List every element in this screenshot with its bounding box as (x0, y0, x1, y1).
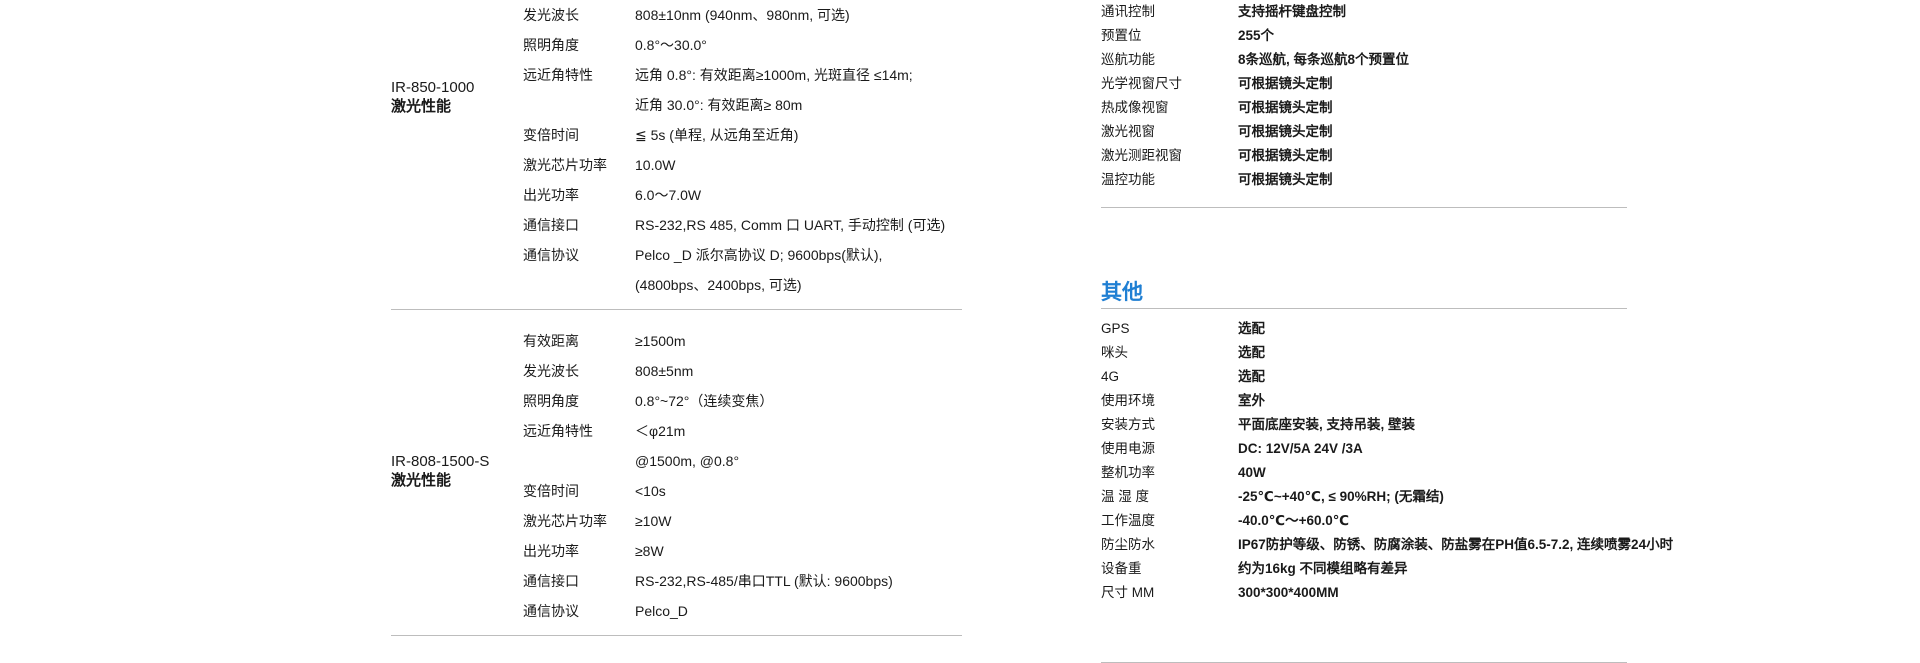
spec-label: 咪头 (1101, 345, 1128, 360)
spec-value: -25℃~+40℃, ≤ 90%RH; (无霜结) (1238, 489, 1444, 504)
spec-label: 通信接口 (523, 217, 579, 233)
spec-label: 发光波长 (523, 363, 579, 379)
spec-label: 变倍时间 (523, 483, 579, 499)
spec-value: 808±10nm (940nm、980nm, 可选) (635, 7, 850, 23)
spec-label: 照明角度 (523, 393, 579, 409)
model-title: IR-850-1000 激光性能 (391, 78, 474, 116)
spec-value: 选配 (1238, 369, 1265, 384)
left-spec-panel: IR-850-1000 激光性能 发光波长 808±10nm (940nm、980… (391, 0, 962, 636)
spec-label: 有效距离 (523, 333, 579, 349)
spec-value: 室外 (1238, 393, 1265, 408)
spec-value: 0.8°～30.0° (635, 37, 707, 53)
spec-value: 近角 30.0°: 有效距离≥ 80m (635, 97, 803, 113)
spec-label: 整机功率 (1101, 465, 1155, 480)
spec-value: 可根据镜头定制 (1238, 124, 1333, 139)
spec-value: Pelco_D (635, 603, 688, 619)
spec-value: 6.0～7.0W (635, 187, 702, 203)
spec-label: 安装方式 (1101, 417, 1155, 432)
spec-value: (4800bps、2400bps, 可选) (635, 277, 802, 293)
spec-label: 照明角度 (523, 37, 579, 53)
spec-label: 通信接口 (523, 573, 579, 589)
spec-label: 发光波长 (523, 7, 579, 23)
spec-value: RS-232,RS 485, Comm 口 UART, 手动控制 (可选) (635, 217, 946, 233)
spec-value: 可根据镜头定制 (1238, 100, 1333, 115)
spec-label: GPS (1101, 321, 1130, 336)
spec-label: 通讯控制 (1101, 4, 1155, 19)
other-spec-list: GPS 选配 咪头 选配 4G 选配 使用环境 室外 安装方式 平面底座安装, 支持吊装,… (1101, 309, 1673, 663)
spec-label: 出光功率 (523, 543, 579, 559)
spec-label: 4G (1101, 369, 1120, 384)
spec-label: 远近角特性 (523, 67, 593, 83)
spec-value: 可根据镜头定制 (1238, 76, 1333, 91)
spec-section-ir-850-1000: IR-850-1000 激光性能 发光波长 808±10nm (940nm、980… (391, 0, 962, 310)
spec-value: RS-232,RS-485/串口TTL (默认: 9600bps) (635, 573, 893, 589)
spec-value: 可根据镜头定制 (1238, 148, 1333, 163)
spec-value: 40W (1238, 465, 1266, 480)
spec-value: 300*300*400MM (1238, 585, 1339, 600)
spec-value: 8条巡航, 每条巡航8个预置位 (1238, 52, 1410, 67)
spec-label: 防尘防水 (1101, 537, 1155, 552)
spec-value: ≥8W (635, 543, 664, 559)
spec-label: 出光功率 (523, 187, 579, 203)
spec-label: 变倍时间 (523, 127, 579, 143)
spec-label: 尺寸 MM (1101, 585, 1155, 600)
spec-label: 激光测距视窗 (1101, 148, 1182, 163)
model-category: 激光性能 (391, 472, 452, 489)
spec-label: 热成像视窗 (1101, 100, 1169, 115)
spec-section-ir-808-1500-s: IR-808-1500-S 激光性能 有效距离 ≥1500m 发光波长 808±5n… (391, 310, 962, 636)
spec-value: IP67防护等级、防锈、防腐涂装、防盐雾在PH值6.5-7.2, 连续喷雾24小… (1238, 537, 1674, 552)
spec-label: 使用环境 (1101, 393, 1155, 408)
other-spec-section: 其他 GPS 选配 咪头 选配 4G 选配 使用环境 室外 安装方式 平面底座安装, 支持… (1101, 278, 1673, 663)
spec-label: 巡航功能 (1101, 52, 1155, 67)
spec-value: 远角 0.8°: 有效距离≥1000m, 光斑直径 ≤14m; (635, 67, 913, 83)
spec-label: 设备重 (1101, 561, 1142, 576)
spec-value: 808±5nm (635, 363, 694, 379)
control-spec-section: 通讯控制 支持摇杆键盘控制 预置位 255个 巡航功能 8条巡航, 每条巡航8个预置位… (1101, 0, 1627, 208)
model-category: 激光性能 (391, 98, 452, 115)
right-spec-panel: 通讯控制 支持摇杆键盘控制 预置位 255个 巡航功能 8条巡航, 每条巡航8个预置位… (1101, 0, 1673, 663)
spec-value: 10.0W (635, 157, 676, 173)
spec-value: 选配 (1238, 345, 1265, 360)
spec-value: 255个 (1238, 28, 1275, 43)
spec-value: -40.0℃～+60.0℃ (1238, 513, 1350, 528)
spec-label: 通信协议 (523, 603, 579, 619)
spec-label: 激光芯片功率 (523, 513, 607, 529)
spec-value: @1500m, @0.8° (635, 453, 740, 469)
spec-value: 支持摇杆键盘控制 (1238, 4, 1346, 19)
model-title: IR-808-1500-S 激光性能 (391, 452, 489, 490)
model-code: IR-808-1500-S (391, 453, 490, 470)
model-code: IR-850-1000 (391, 79, 475, 96)
spec-value: 可根据镜头定制 (1238, 172, 1333, 187)
spec-label: 远近角特性 (523, 423, 593, 439)
spec-value: Pelco _D 派尔高协议 D; 9600bps(默认), (635, 247, 883, 263)
spec-value: 选配 (1238, 321, 1265, 336)
spec-label: 温控功能 (1101, 172, 1155, 187)
spec-label: 预置位 (1101, 28, 1142, 43)
spec-value: ≦ 5s (单程, 从远角至近角) (635, 127, 799, 143)
section-heading: 其他 (1101, 278, 1627, 309)
spec-value: ≥1500m (635, 333, 686, 349)
spec-value: <10s (635, 483, 666, 499)
spec-label: 激光芯片功率 (523, 157, 607, 173)
spec-label: 光学视窗尺寸 (1101, 76, 1182, 91)
spec-value: ＜φ21m (635, 423, 686, 439)
spec-value: 约为16kg 不同模组略有差异 (1238, 561, 1408, 576)
spec-label: 工作温度 (1101, 513, 1155, 528)
spec-value: DC: 12V/5A 24V /3A (1238, 441, 1363, 456)
spec-label: 温 湿 度 (1101, 489, 1150, 504)
spec-value: 0.8°~72°（连续变焦） (635, 393, 774, 409)
spec-label: 通信协议 (523, 247, 579, 263)
spec-value: 平面底座安装, 支持吊装, 壁装 (1238, 417, 1416, 432)
spec-value: ≥10W (635, 513, 672, 529)
spec-label: 使用电源 (1101, 441, 1155, 456)
spec-label: 激光视窗 (1101, 124, 1155, 139)
